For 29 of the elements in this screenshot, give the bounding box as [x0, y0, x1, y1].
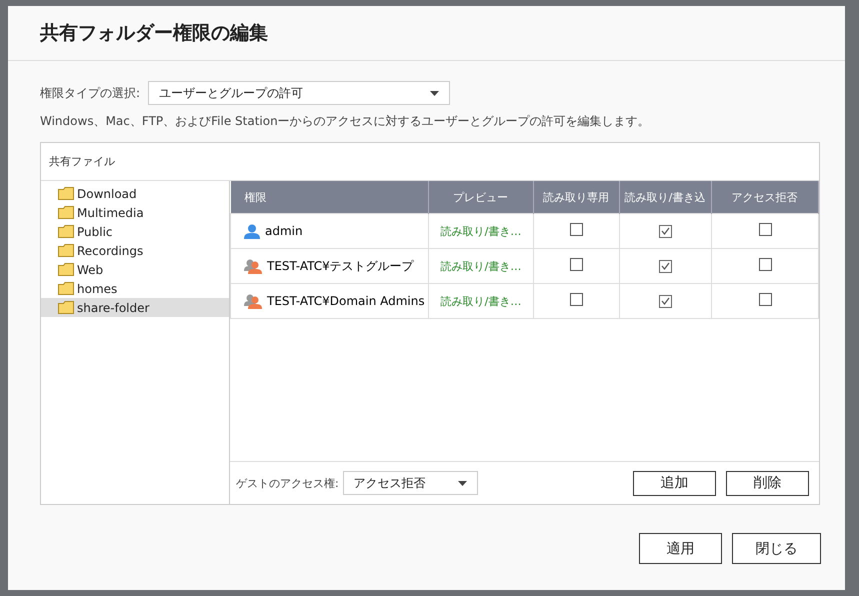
- folder-item[interactable]: Web: [41, 260, 229, 279]
- column-header: アクセス拒否: [712, 181, 818, 214]
- folder-item[interactable]: Recordings: [41, 241, 229, 260]
- folder-item[interactable]: Public: [41, 222, 229, 241]
- column-header: 読み取り専用: [534, 181, 620, 214]
- permission-type-dropdown[interactable]: ユーザーとグループの許可: [148, 81, 450, 105]
- name-cell: admin: [230, 214, 428, 248]
- name-cell: TEST-ATC¥テストグループ: [230, 248, 428, 284]
- guest-access-label: ゲストのアクセス権:: [236, 476, 339, 490]
- folder-item[interactable]: Download: [41, 184, 229, 203]
- add-button[interactable]: 追加: [633, 470, 716, 496]
- preview-text: 読み取り/書き…: [440, 224, 522, 238]
- name-cell: TEST-ATC¥Domain Admins: [230, 284, 428, 318]
- folder-item[interactable]: share-folder: [41, 298, 229, 317]
- column-header: プレビュー: [428, 181, 534, 214]
- permission-type-label: 権限タイプの選択:: [40, 84, 140, 102]
- apply-button[interactable]: 適用: [639, 533, 722, 564]
- preview-text: 読み取り/書き…: [440, 294, 522, 308]
- guest-access-dropdown[interactable]: アクセス拒否: [342, 471, 478, 495]
- description-text: Windows、Mac、FTP、およびFile Stationーからのアクセスに対するユーザーとグループの許可を編集します。: [40, 113, 651, 130]
- panel-title: 共有ファイル: [49, 154, 115, 169]
- delete-button[interactable]: 削除: [726, 470, 809, 496]
- folder-item[interactable]: Multimedia: [41, 203, 229, 222]
- dialog-title: 共有フォルダー権限の編集: [40, 21, 268, 46]
- column-header: 読み取り/書き込: [620, 181, 712, 214]
- close-button[interactable]: 閉じる: [732, 533, 821, 564]
- preview-text: 読み取り/書き…: [440, 260, 522, 272]
- folder-item[interactable]: homes: [41, 279, 229, 298]
- column-header: 権限: [230, 181, 428, 214]
